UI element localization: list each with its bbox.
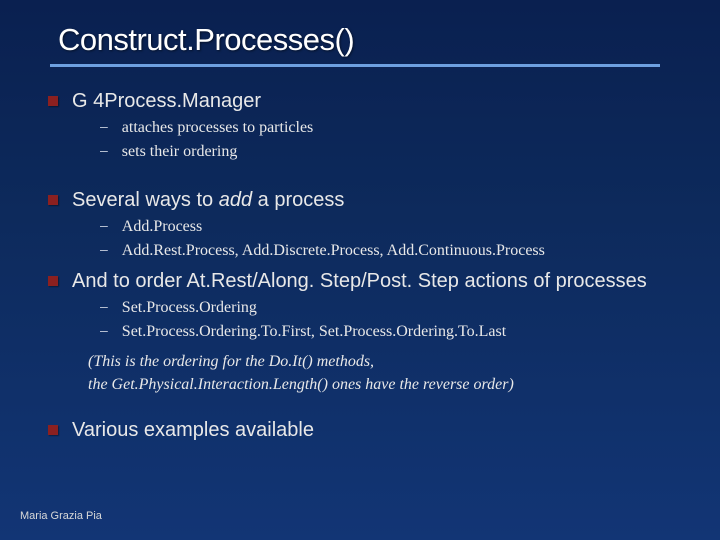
bullet-icon: [48, 425, 58, 435]
sub-text: Set.Process.Ordering: [122, 297, 257, 319]
sub-item: – Add.Rest.Process, Add.Discrete.Process…: [100, 240, 692, 262]
sub-list: – Add.Process – Add.Rest.Process, Add.Di…: [48, 216, 692, 261]
bullet-text-suffix: a process: [252, 189, 344, 211]
dash-icon: –: [100, 141, 108, 160]
note-line: (This is the ordering for the Do.It() me…: [48, 351, 692, 373]
bullet-text-prefix: Several ways to: [72, 189, 219, 211]
slide: Construct.Processes() G 4Process.Manager…: [0, 0, 720, 540]
dash-icon: –: [100, 216, 108, 235]
bullet-icon: [48, 276, 58, 286]
dash-icon: –: [100, 240, 108, 259]
dash-icon: –: [100, 297, 108, 316]
sub-text: sets their ordering: [122, 141, 238, 163]
bullet-text: And to order At.Rest/Along. Step/Post. S…: [72, 269, 647, 294]
sub-item: – Set.Process.Ordering: [100, 297, 692, 319]
bullet-item: And to order At.Rest/Along. Step/Post. S…: [48, 269, 692, 294]
footer-author: Maria Grazia Pia: [20, 510, 102, 522]
sub-text: Set.Process.Ordering.To.First, Set.Proce…: [122, 321, 506, 343]
sub-text: Add.Rest.Process, Add.Discrete.Process, …: [122, 240, 545, 262]
dash-icon: –: [100, 321, 108, 340]
sub-item: – Add.Process: [100, 216, 692, 238]
slide-title: Construct.Processes(): [0, 22, 720, 58]
bullet-icon: [48, 195, 58, 205]
bullet-item: G 4Process.Manager: [48, 89, 692, 114]
bullet-item: Several ways to add a process: [48, 188, 692, 213]
bullet-text: Various examples available: [72, 418, 314, 443]
sub-text: attaches processes to particles: [122, 117, 313, 139]
sub-item: – attaches processes to particles: [100, 117, 692, 139]
bullet-text: Several ways to add a process: [72, 188, 344, 213]
sub-item: – sets their ordering: [100, 141, 692, 163]
bullet-text: G 4Process.Manager: [72, 89, 261, 114]
slide-content: G 4Process.Manager – attaches processes …: [0, 89, 720, 443]
sub-item: – Set.Process.Ordering.To.First, Set.Pro…: [100, 321, 692, 343]
note-line: the Get.Physical.Interaction.Length() on…: [48, 374, 692, 396]
sub-list: – Set.Process.Ordering – Set.Process.Ord…: [48, 297, 692, 342]
sub-text: Add.Process: [122, 216, 202, 238]
bullet-item: Various examples available: [48, 418, 692, 443]
bullet-icon: [48, 96, 58, 106]
title-underline: [50, 64, 660, 67]
bullet-text-italic: add: [219, 189, 252, 211]
dash-icon: –: [100, 117, 108, 136]
sub-list: – attaches processes to particles – sets…: [48, 117, 692, 162]
